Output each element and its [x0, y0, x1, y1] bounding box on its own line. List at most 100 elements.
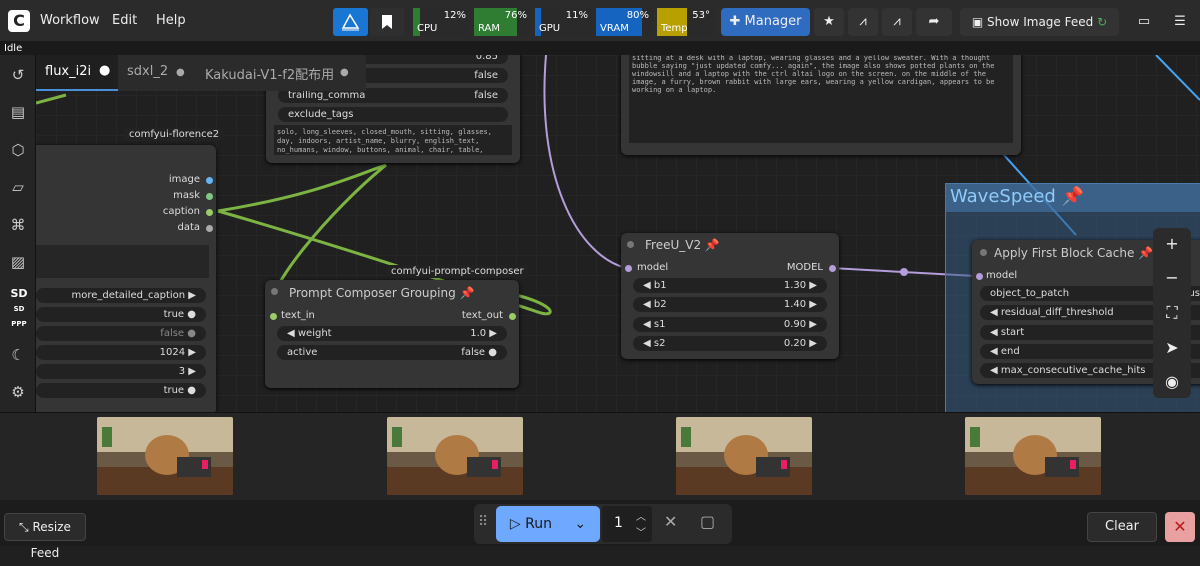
- workflow-tabs: flux_i2i ● sdxl_2 ● Kakudai-V1-f2配布用 ●: [36, 55, 366, 91]
- close-x-icon[interactable]: ✕: [1165, 512, 1195, 542]
- freeu-collapse-dot[interactable]: [627, 241, 634, 248]
- increment-icon[interactable]: ︿: [636, 508, 646, 523]
- select-mode-icon[interactable]: ➤: [1162, 338, 1182, 358]
- keep-model-value: false: [160, 328, 185, 339]
- num-beams-widget[interactable]: 3 ▶: [36, 364, 206, 379]
- gpu-label: GPU: [539, 23, 561, 34]
- history-icon[interactable]: ↺: [8, 65, 28, 85]
- star-icon[interactable]: ★: [814, 8, 844, 36]
- drag-handle-icon[interactable]: ⠿: [478, 514, 488, 530]
- fill-mask-widget[interactable]: true ●: [36, 307, 206, 322]
- queue-icon[interactable]: ▤: [8, 102, 28, 122]
- fbc-collapse-dot[interactable]: [980, 249, 987, 256]
- keep-model-widget[interactable]: false ●: [36, 326, 206, 341]
- do-sample-widget[interactable]: true ●: [36, 383, 206, 398]
- panel-toggle-icon[interactable]: ▭: [1130, 8, 1158, 36]
- tab-sdxl-2[interactable]: sdxl_2 ●: [118, 55, 196, 91]
- output-image-slot[interactable]: [206, 177, 213, 184]
- prompt-composer-node[interactable]: Prompt Composer Grouping 📌 text_in text_…: [265, 280, 519, 388]
- feed-thumbnail[interactable]: [97, 417, 233, 495]
- weight-label: weight: [297, 328, 332, 339]
- task-widget[interactable]: more_detailed_caption ▶: [36, 288, 206, 303]
- fit-view-icon[interactable]: ⛶: [1162, 303, 1182, 323]
- b1-widget[interactable]: ◀ b1 1.30 ▶: [633, 278, 827, 293]
- tab-kakudai[interactable]: Kakudai-V1-f2配布用 ●: [196, 55, 366, 91]
- run-button[interactable]: ▷ Run ⌄: [496, 506, 600, 542]
- cube-icon[interactable]: ⬡: [8, 140, 28, 160]
- group-pin-icon: 📌: [1061, 186, 1084, 207]
- node-canvas[interactable]: hold0.85 scorefalse trailing_commafalse …: [36, 55, 1200, 412]
- max-tokens-widget[interactable]: 1024 ▶: [36, 345, 206, 360]
- composer-title: Prompt Composer Grouping 📌: [289, 286, 475, 300]
- share-icon[interactable]: ➦: [916, 8, 952, 36]
- ram-pct: 76%: [504, 10, 527, 21]
- folder-icon[interactable]: ▱: [8, 177, 28, 197]
- unsaved-dot-icon: ●: [99, 63, 111, 78]
- top-menu-bar: C Workflow Edit Help 12% CPU 76% RAM 11%…: [0, 0, 1200, 42]
- tab-flux-i2i-label: flux_i2i: [45, 64, 92, 79]
- model-icon[interactable]: ⩘: [848, 8, 878, 36]
- feed-thumbnail[interactable]: [676, 417, 812, 495]
- toggle-links-icon[interactable]: ◉: [1162, 372, 1182, 392]
- text-in-slot[interactable]: [270, 313, 277, 320]
- node-collapse-dot[interactable]: [271, 288, 278, 295]
- weight-widget[interactable]: ◀ weight 1.0 ▶: [277, 326, 507, 341]
- zoom-in-icon[interactable]: +: [1162, 234, 1182, 254]
- output-data-slot[interactable]: [206, 225, 213, 232]
- show-image-feed-button[interactable]: ▣ Show Image Feed ↻: [960, 8, 1119, 36]
- active-widget[interactable]: active false ●: [277, 345, 507, 360]
- menu-edit[interactable]: Edit: [112, 13, 137, 28]
- wavespeed-group-title: WaveSpeed 📌: [946, 184, 1200, 212]
- manager-button[interactable]: ✚ Manager: [721, 8, 810, 36]
- cancel-run-icon[interactable]: ✕: [664, 512, 677, 531]
- menu-workflow[interactable]: Workflow: [40, 13, 100, 28]
- crystools-icon[interactable]: [333, 8, 368, 36]
- bookmark-icon[interactable]: [370, 8, 404, 36]
- decrement-icon[interactable]: ﹀: [636, 524, 646, 539]
- batch-count-stepper[interactable]: 1 ︿ ﹀: [602, 506, 652, 542]
- florence2-node[interactable]: image mask caption data more_detailed_ca…: [36, 145, 216, 412]
- freeu-title: FreeU_V2 📌: [645, 238, 720, 252]
- node-library-icon[interactable]: ⌘: [8, 215, 28, 235]
- freeu-model-out-slot[interactable]: [829, 265, 836, 272]
- stop-icon[interactable]: ▢: [700, 512, 715, 531]
- hamburger-menu-icon[interactable]: ☰: [1166, 8, 1194, 36]
- cpu-label: CPU: [417, 23, 438, 34]
- s1-label: s1: [653, 319, 666, 330]
- menu-help[interactable]: Help: [156, 13, 186, 28]
- tags-textarea[interactable]: solo, long_sleeves, closed_mouth, sittin…: [274, 125, 512, 155]
- gallery-icon[interactable]: ▨: [8, 252, 28, 272]
- clear-button[interactable]: Clear: [1087, 512, 1157, 542]
- caption-textarea[interactable]: sitting at a desk with a laptop, wearing…: [629, 55, 1013, 143]
- do-sample-value: true: [163, 385, 185, 396]
- cpu-monitor: 12% CPU: [413, 8, 470, 36]
- text-out-slot[interactable]: [509, 313, 516, 320]
- moon-icon[interactable]: ☾: [8, 345, 28, 365]
- exclude-tags-widget[interactable]: exclude_tags: [278, 107, 508, 122]
- s1-widget[interactable]: ◀ s1 0.90 ▶: [633, 317, 827, 332]
- s2-widget[interactable]: ◀ s2 0.20 ▶: [633, 336, 827, 351]
- text-in-label: text_in: [281, 310, 315, 321]
- pin-icon: 📌: [459, 286, 475, 300]
- feed-thumbnail[interactable]: [965, 417, 1101, 495]
- settings-gear-icon[interactable]: ⚙: [8, 382, 28, 402]
- batch-count-value: 1: [614, 515, 623, 531]
- output-mask-slot[interactable]: [206, 193, 213, 200]
- output-caption-slot[interactable]: [206, 209, 213, 216]
- fbc-model-in-slot[interactable]: [976, 273, 983, 280]
- canvas-controls: + − ⛶ ➤ ◉: [1153, 228, 1191, 398]
- resize-feed-button[interactable]: ⤡ Resize Feed: [4, 513, 86, 560]
- tab-flux-i2i[interactable]: flux_i2i ●: [36, 55, 118, 91]
- run-dropdown-chevron-icon[interactable]: ⌄: [574, 516, 586, 532]
- sdppp-icon[interactable]: SD SD PPP: [5, 287, 33, 328]
- zoom-out-icon[interactable]: −: [1162, 268, 1182, 288]
- freeu-node[interactable]: FreeU_V2 📌 model MODEL ◀ b1 1.30 ▶ ◀ b2 1.…: [621, 233, 839, 359]
- b2-widget[interactable]: ◀ b2 1.40 ▶: [633, 297, 827, 312]
- model-alt-icon[interactable]: ⩘: [882, 8, 912, 36]
- queue-status: Idle: [0, 42, 1200, 55]
- comfy-logo[interactable]: C: [8, 10, 30, 32]
- feed-thumbnail[interactable]: [387, 417, 523, 495]
- caption-text-node[interactable]: sitting at a desk with a laptop, wearing…: [621, 55, 1021, 155]
- freeu-model-in-slot[interactable]: [625, 265, 632, 272]
- b2-label: b2: [653, 299, 667, 310]
